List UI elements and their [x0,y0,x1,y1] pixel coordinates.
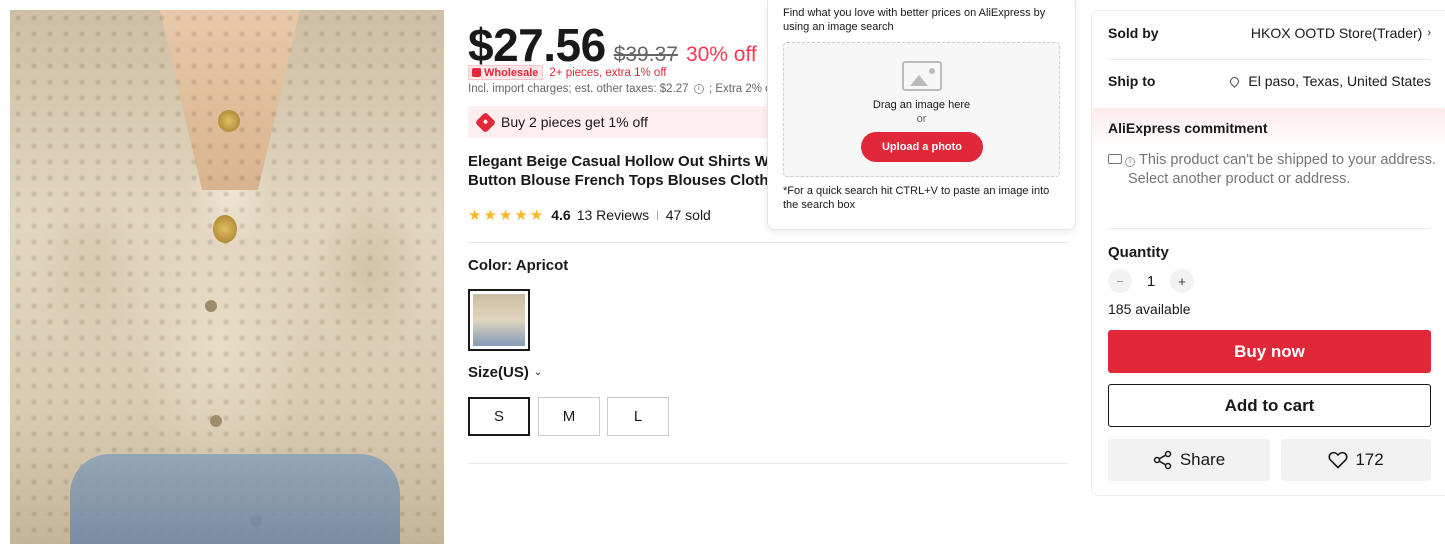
wholesale-badge: Wholesale [468,65,544,80]
divider [468,242,1068,243]
price-row: $27.56 $39.37 30% off [468,18,757,72]
upload-photo-button[interactable]: Upload a photo [861,132,983,162]
size-option-s[interactable]: S [468,397,530,436]
reviews-link[interactable]: 13 Reviews [577,207,649,223]
purchase-panel: Sold by HKOX OOTD Store(Trader) › Ship t… [1091,10,1445,496]
shipping-warning-line1: This product can't be shipped to your ad… [1139,152,1436,168]
quantity-decrease-button[interactable]: − [1108,269,1132,293]
size-label[interactable]: Size(US) ⌄ [468,364,542,381]
tag-icon [472,68,481,77]
divider [1108,59,1430,60]
chevron-down-icon: ⌄ [533,367,543,378]
necklace-pendant [213,215,237,243]
current-price: $27.56 [468,19,606,71]
ship-to-location: El paso, Texas, United States [1248,73,1431,89]
shipping-warning: i This product can't be shipped to your a… [1108,151,1438,189]
heart-icon [1328,451,1348,469]
color-swatch-thumbnail [473,294,525,346]
ship-to-label: Ship to [1108,73,1156,89]
quantity-label: Quantity [1108,244,1169,261]
sold-by-row: Sold by HKOX OOTD Store(Trader) › [1108,25,1431,41]
color-swatch-apricot[interactable] [468,289,530,351]
size-label-text: Size(US) [468,364,529,381]
promo-text: Buy 2 pieces get 1% off [501,114,648,130]
product-photo-jeans [70,454,400,544]
divider [468,463,1068,464]
wishlist-button[interactable]: 172 [1281,439,1431,481]
buy-now-button[interactable]: Buy now [1108,330,1431,373]
ship-to-row[interactable]: Ship to El paso, Texas, United States [1108,73,1431,89]
wholesale-text: 2+ pieces, extra 1% off [549,66,667,79]
image-search-popup: Find what you love with better prices on… [767,0,1076,230]
quantity-stepper: − 1 + [1108,269,1194,293]
product-title-line1: Elegant Beige Casual Hollow Out Shirts W… [468,153,768,170]
store-name: HKOX OOTD Store(Trader) [1250,25,1423,41]
color-label: Color: Apricot [468,257,569,274]
share-icon [1153,450,1172,470]
wishlist-count: 172 [1355,450,1384,469]
info-icon: i [1125,157,1135,167]
size-option-m[interactable]: M [538,397,600,436]
coupon-icon [474,111,497,133]
sold-count: 47 sold [665,207,711,223]
divider [1108,228,1430,229]
product-title-line2: Button Blouse French Tops Blouses Clothe… [468,172,768,189]
original-price: $39.37 [613,43,678,66]
chevron-right-icon: › [1427,27,1431,39]
commitment-label: AliExpress commitment [1108,120,1268,136]
separator: | [656,209,659,221]
or-text: or [916,113,927,125]
share-label: Share [1179,450,1226,469]
available-count: 185 available [1108,301,1191,317]
wholesale-row: Wholesale 2+ pieces, extra 1% off [468,65,667,80]
cardigan-button [210,415,222,427]
star-rating-icon: ★★★★★ [468,207,546,224]
extra-discount-text: ; Extra 2% off [708,83,773,95]
import-charges: Incl. import charges; est. other taxes: … [468,83,773,95]
discount-percent: 30% off [685,43,757,66]
paste-hint: *For a quick search hit CTRL+V to paste … [783,185,1050,211]
truck-icon [1108,154,1122,164]
info-icon[interactable]: i [693,83,704,94]
cardigan-button [205,300,217,312]
product-title: Elegant Beige Casual Hollow Out Shirts W… [468,152,768,190]
add-to-cart-button[interactable]: Add to cart [1108,384,1431,427]
ship-to-value[interactable]: El paso, Texas, United States [1228,73,1431,89]
rating-row[interactable]: ★★★★★ 4.6 13 Reviews | 47 sold [468,206,711,224]
image-dropzone[interactable]: Drag an image here or Upload a photo [783,42,1060,177]
size-option-l[interactable]: L [607,397,669,436]
quantity-increase-button[interactable]: + [1170,269,1194,293]
share-button[interactable]: Share [1108,439,1270,481]
location-pin-icon [1228,74,1242,88]
quantity-value[interactable]: 1 [1132,273,1170,290]
shipping-warning-line2: Select another product or address. [1128,171,1351,187]
wholesale-badge-label: Wholesale [484,66,539,79]
necklace-pendant [218,110,240,132]
import-charges-text: Incl. import charges; est. other taxes: … [468,83,689,95]
store-link[interactable]: HKOX OOTD Store(Trader) › [1251,25,1431,41]
drag-hint: Drag an image here [872,99,971,111]
sold-by-label: Sold by [1108,25,1159,41]
product-image[interactable] [10,10,444,544]
image-search-hint: Find what you love with better prices on… [783,7,1046,33]
image-icon [902,61,942,91]
commitment-banner: AliExpress commitment [1092,108,1445,148]
rating-score: 4.6 [551,207,571,223]
